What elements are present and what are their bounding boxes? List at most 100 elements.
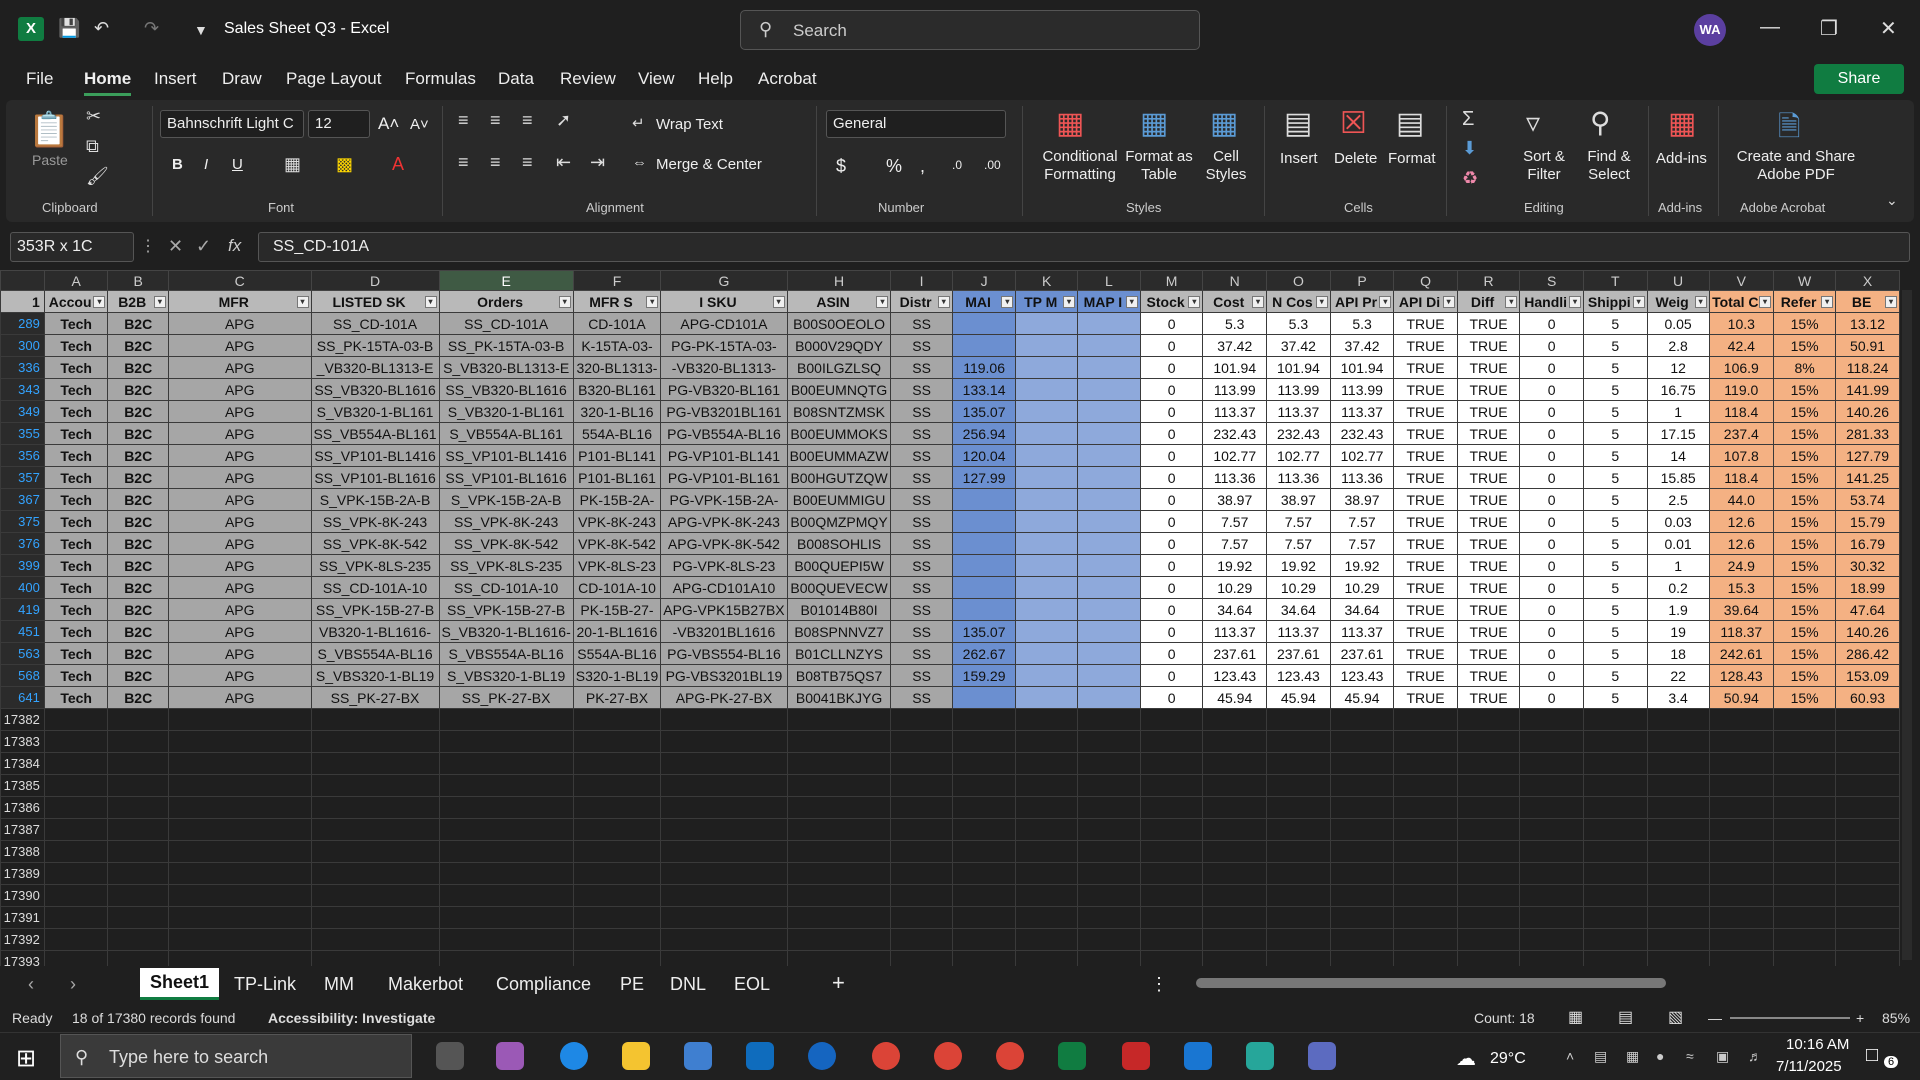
cell[interactable]: 0 [1139,422,1204,445]
cell[interactable]: B2C [107,664,169,687]
cell[interactable] [1077,466,1141,489]
cell[interactable]: B2C [107,620,169,643]
cell[interactable]: 232.43 [1329,422,1395,445]
cell[interactable] [1077,334,1141,357]
cell[interactable] [1266,708,1331,731]
cell[interactable] [1077,774,1141,797]
cell[interactable] [1266,752,1331,775]
cell[interactable]: 141.25 [1835,466,1900,489]
cell[interactable]: 141.99 [1835,378,1900,401]
cell[interactable] [1835,752,1900,775]
cell[interactable]: 0 [1139,664,1204,687]
filter-dropdown-icon[interactable]: ▾ [296,295,309,308]
cell[interactable]: 15.79 [1835,510,1900,533]
cell[interactable] [1835,730,1900,753]
cell[interactable] [1077,664,1141,687]
cell[interactable] [438,950,574,966]
next-sheet-icon[interactable]: › [70,974,76,995]
cell[interactable]: SS [890,400,953,423]
filter-header-cell[interactable]: Weig ▾ [1646,290,1710,313]
cell[interactable]: TRUE [1393,532,1458,555]
cell[interactable]: 5 [1582,554,1648,577]
cell[interactable] [1329,730,1395,753]
cell[interactable] [1077,532,1141,555]
cell[interactable]: B2C [107,466,169,489]
menu-formulas[interactable]: Formulas [405,69,476,89]
cell[interactable]: Tech [43,664,109,687]
filter-dropdown-icon[interactable]: ▾ [1442,295,1455,308]
filter-header-cell[interactable]: Distr ▾ [890,290,953,313]
avatar[interactable]: WA [1694,14,1726,46]
save-icon[interactable]: 💾 [58,18,80,39]
column-header[interactable]: E [438,270,574,291]
cell[interactable]: B01014B80I [786,598,892,621]
app-icon[interactable] [1246,1042,1274,1070]
undo-icon[interactable]: ↶ [94,18,109,39]
cell[interactable] [1393,752,1458,775]
cell[interactable] [1773,708,1837,731]
cell[interactable]: SS_CD-101A-10 [438,576,574,599]
cell[interactable]: TRUE [1456,466,1521,489]
cell[interactable]: 0.05 [1646,312,1710,335]
cell[interactable] [1139,730,1204,753]
cell[interactable] [167,730,312,753]
cell[interactable]: SS [890,312,953,335]
cell[interactable] [1329,818,1395,841]
cell[interactable] [167,862,312,885]
cell[interactable] [1708,774,1775,797]
cell[interactable]: 2.8 [1646,334,1710,357]
cell[interactable]: 19.92 [1266,554,1331,577]
normal-view-icon[interactable]: ▦ [1568,1007,1583,1027]
cell[interactable]: PG-VP101-BL141 [660,444,788,467]
paste-icon[interactable]: 📋 [28,110,70,150]
row-header[interactable]: 349 [0,400,45,423]
cell[interactable] [1519,796,1584,819]
sheet-table[interactable]: A B C D E F G H I J K L M N O P Q R S T U V W X 1 Accou ▾ B2B ▾ MFR ▾ L… [0,270,1900,966]
cell[interactable] [1519,774,1584,797]
align-bottom-icon[interactable]: ≡ [522,110,533,131]
cell[interactable]: 113.37 [1266,620,1331,643]
cell[interactable] [1329,950,1395,966]
cell[interactable] [1646,708,1710,731]
cell[interactable]: 30.32 [1835,554,1900,577]
row-header[interactable]: 17389 [0,862,45,885]
cell[interactable] [951,554,1017,577]
filter-header-cell[interactable]: Refer ▾ [1773,290,1837,313]
cell[interactable] [572,796,662,819]
cell[interactable]: Tech [43,532,109,555]
file-explorer-icon[interactable] [622,1042,650,1070]
cell[interactable] [1646,730,1710,753]
cell[interactable]: 42.4 [1708,334,1775,357]
cell[interactable] [1015,488,1079,511]
tab-compliance[interactable]: Compliance [496,974,591,995]
cell[interactable]: APG [167,576,312,599]
filter-dropdown-icon[interactable]: ▾ [1379,295,1392,308]
cell[interactable]: SS_VP101-BL1616 [438,466,574,489]
cell[interactable]: Tech [43,488,109,511]
cell[interactable]: 45.94 [1329,686,1395,709]
cell[interactable] [1015,686,1079,709]
cell[interactable]: APG-VPK-8K-243 [660,510,788,533]
cell[interactable]: Tech [43,400,109,423]
cell[interactable]: SS [890,444,953,467]
format-painter-icon[interactable]: 🖌 [86,166,109,187]
filter-header-cell[interactable]: BE ▾ [1835,290,1900,313]
cell[interactable] [951,774,1017,797]
cell[interactable]: TRUE [1456,312,1521,335]
page-break-view-icon[interactable]: ▧ [1668,1007,1683,1027]
cell[interactable]: 0 [1139,576,1204,599]
cell[interactable]: 0 [1139,400,1204,423]
cell[interactable] [1015,884,1079,907]
menu-data[interactable]: Data [498,69,534,89]
cell[interactable] [1015,752,1079,775]
filter-dropdown-icon[interactable]: ▾ [558,295,571,308]
cell[interactable]: P101-BL141 [572,444,662,467]
cell[interactable] [1202,950,1268,966]
row-header[interactable]: 17382 [0,708,45,731]
cell[interactable]: 19.92 [1202,554,1268,577]
cell[interactable]: 5 [1582,422,1648,445]
cell[interactable]: 113.37 [1266,400,1331,423]
cell[interactable]: 320-1-BL16 [572,400,662,423]
cell[interactable]: 53.74 [1835,488,1900,511]
cell[interactable]: PG-VB554A-BL16 [660,422,788,445]
